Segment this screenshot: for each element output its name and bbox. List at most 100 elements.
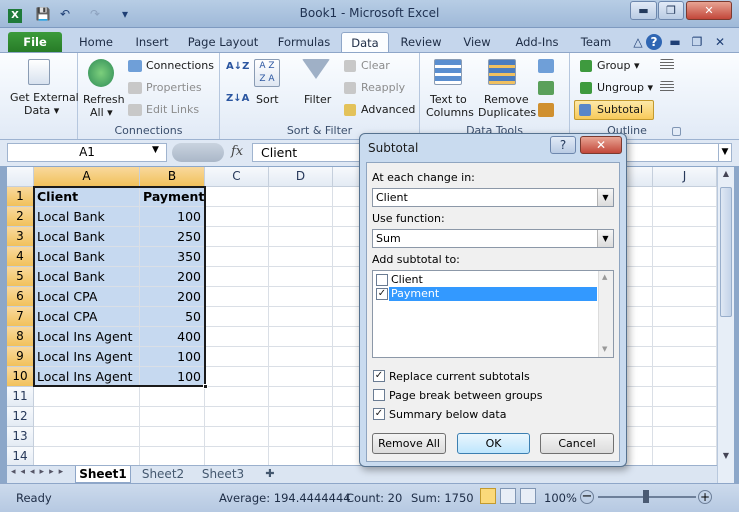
list-scroll-up-icon[interactable]: ▲ — [602, 273, 607, 281]
at-each-change-select[interactable]: Client ▼ — [372, 188, 614, 207]
remove-all-button[interactable]: Remove All — [372, 433, 446, 454]
cell-a4[interactable]: Local Bank — [34, 247, 140, 267]
column-header-j[interactable]: J — [653, 167, 717, 187]
cell-b12[interactable] — [140, 407, 205, 427]
cell-b14[interactable] — [140, 447, 205, 465]
cell-c11[interactable] — [205, 387, 269, 407]
row-header-11[interactable]: 11 — [7, 387, 34, 407]
cell-b4[interactable]: 350 — [140, 247, 205, 267]
chevron-down-icon[interactable]: ▼ — [597, 189, 613, 206]
sheet-nav-arrows-icon[interactable]: ◂◂◂▸▸▸ — [11, 467, 68, 477]
row-header-3[interactable]: 3 — [7, 227, 34, 247]
zoom-level[interactable]: 100% — [544, 491, 577, 505]
list-scroll-down-icon[interactable]: ▼ — [602, 345, 607, 353]
reapply-button[interactable]: Reapply — [361, 81, 405, 94]
zoom-in-icon[interactable]: + — [698, 490, 712, 504]
column-header-a[interactable]: A — [34, 167, 140, 187]
insert-sheet-icon[interactable]: ✚ — [259, 466, 281, 483]
cell-a3[interactable]: Local Bank — [34, 227, 140, 247]
doc-restore-icon[interactable]: ❐ — [688, 33, 706, 51]
edit-links-button[interactable]: Edit Links — [146, 103, 199, 116]
cell-d12[interactable] — [269, 407, 333, 427]
column-header-d[interactable]: D — [269, 167, 333, 187]
cell-b3[interactable]: 250 — [140, 227, 205, 247]
cell-b7[interactable]: 50 — [140, 307, 205, 327]
doc-minimize-icon[interactable]: ▬ — [666, 33, 684, 51]
summary-below-checkbox[interactable]: ✓ — [373, 408, 385, 420]
cell-c10[interactable] — [205, 367, 269, 387]
refresh-all-dropdown[interactable]: All ▾ — [90, 106, 113, 119]
cell-b6[interactable]: 200 — [140, 287, 205, 307]
ok-button[interactable]: OK — [457, 433, 530, 454]
name-box[interactable]: A1 — [7, 143, 167, 162]
cell-c13[interactable] — [205, 427, 269, 447]
cell-a10[interactable]: Local Ins Agent — [34, 367, 140, 387]
cell-d7[interactable] — [269, 307, 333, 327]
tab-insert[interactable]: Insert — [128, 32, 176, 53]
row-header-10[interactable]: 10 — [7, 367, 34, 387]
payment-checkbox[interactable]: ✓ — [376, 288, 388, 300]
cell-a13[interactable] — [34, 427, 140, 447]
refresh-all-button[interactable]: Refresh — [83, 93, 125, 106]
cell-j11[interactable] — [653, 387, 717, 407]
filter-button[interactable]: Filter — [304, 93, 331, 106]
dialog-launcher-icon[interactable] — [672, 127, 681, 136]
cell-d4[interactable] — [269, 247, 333, 267]
column-header-c[interactable]: C — [205, 167, 269, 187]
cell-a2[interactable]: Local Bank — [34, 207, 140, 227]
tab-file[interactable]: File — [8, 32, 62, 53]
sort-button[interactable]: Sort — [256, 93, 279, 106]
expand-formula-bar-icon[interactable]: ▼ — [718, 143, 732, 162]
get-external-data-button[interactable]: Get External — [10, 91, 79, 104]
cell-d2[interactable] — [269, 207, 333, 227]
cell-j5[interactable] — [653, 267, 717, 287]
cell-a14[interactable] — [34, 447, 140, 465]
cell-a1[interactable]: Client — [34, 187, 140, 207]
consolidate-icon[interactable] — [538, 81, 554, 95]
cell-d8[interactable] — [269, 327, 333, 347]
cell-d9[interactable] — [269, 347, 333, 367]
chevron-down-icon[interactable]: ▼ — [597, 230, 613, 247]
cell-a12[interactable] — [34, 407, 140, 427]
cell-d13[interactable] — [269, 427, 333, 447]
replace-current-label[interactable]: Replace current subtotals — [389, 370, 530, 383]
cell-j3[interactable] — [653, 227, 717, 247]
dialog-close-icon[interactable]: ✕ — [580, 136, 622, 154]
advanced-button[interactable]: Advanced — [361, 103, 415, 116]
cell-d11[interactable] — [269, 387, 333, 407]
tab-team[interactable]: Team — [576, 32, 616, 53]
cell-b8[interactable]: 400 — [140, 327, 205, 347]
row-header-7[interactable]: 7 — [7, 307, 34, 327]
tab-review[interactable]: Review — [395, 32, 447, 53]
cell-c2[interactable] — [205, 207, 269, 227]
page-break-view-icon[interactable] — [520, 488, 536, 504]
cell-a6[interactable]: Local CPA — [34, 287, 140, 307]
cell-c8[interactable] — [205, 327, 269, 347]
row-header-4[interactable]: 4 — [7, 247, 34, 267]
cell-j8[interactable] — [653, 327, 717, 347]
client-checkbox[interactable] — [376, 274, 388, 286]
dialog-help-icon[interactable]: ? — [550, 136, 576, 154]
minimize-ribbon-icon[interactable]: △ — [629, 33, 647, 51]
what-if-analysis-icon[interactable] — [538, 103, 554, 117]
tab-view[interactable]: View — [455, 32, 499, 53]
add-subtotal-list[interactable]: Client ✓ Payment ▲ ▼ — [372, 270, 614, 358]
cell-a9[interactable]: Local Ins Agent — [34, 347, 140, 367]
cell-b10[interactable]: 100 — [140, 367, 205, 387]
get-external-data-dropdown[interactable]: Data ▾ — [24, 104, 59, 117]
cell-j7[interactable] — [653, 307, 717, 327]
sort-descending-button[interactable]: Z↓A — [226, 93, 249, 104]
scroll-thumb[interactable] — [720, 187, 732, 317]
cell-d3[interactable] — [269, 227, 333, 247]
cell-b9[interactable]: 100 — [140, 347, 205, 367]
show-detail-icon[interactable] — [660, 59, 674, 71]
data-validation-icon[interactable] — [538, 59, 554, 73]
page-break-checkbox[interactable] — [373, 389, 385, 401]
page-layout-view-icon[interactable] — [500, 488, 516, 504]
sheet-tab-2[interactable]: Sheet2 — [135, 466, 191, 483]
column-header-b[interactable]: B — [140, 167, 205, 187]
remove-duplicates-button[interactable]: Remove — [484, 93, 529, 106]
tab-data[interactable]: Data — [341, 32, 389, 53]
cell-c3[interactable] — [205, 227, 269, 247]
replace-current-checkbox[interactable]: ✓ — [373, 370, 385, 382]
